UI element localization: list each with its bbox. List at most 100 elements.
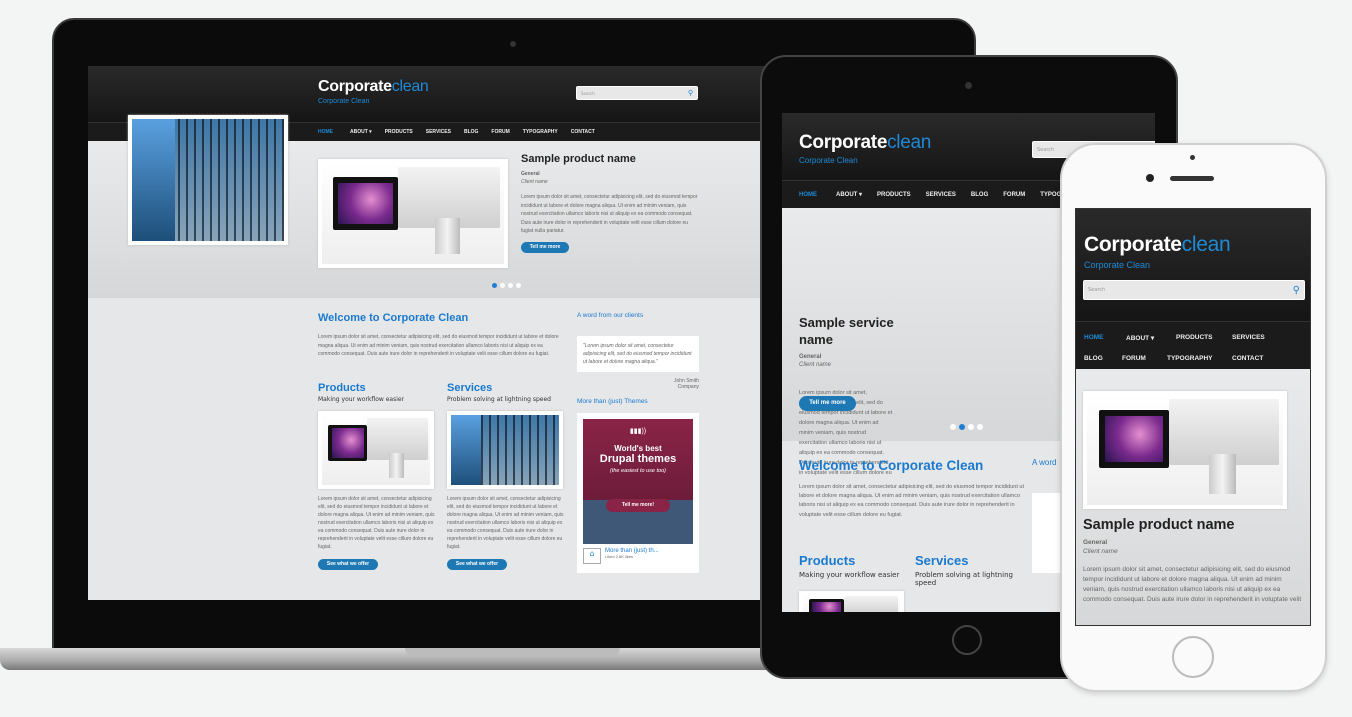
hero-title: Sample product name [1083,517,1235,533]
nav-typography[interactable]: TYPOGRAPHY [523,129,558,135]
phone-camera [1146,174,1154,182]
services-image [447,411,563,489]
sidebar: A word from our clients "Lorem ipsum dol… [577,312,699,573]
nav-services[interactable]: SERVICES [1232,334,1292,341]
nav-home[interactable]: HOME [318,129,333,135]
phone-screen: Corporateclean Corporate Clean Search ⚲ H… [1075,208,1311,626]
slider-dots[interactable] [492,283,521,288]
phone-header: Corporateclean Corporate Clean Search ⚲ [1076,209,1310,321]
client-quote: "Lorem ipsum dolor sit amet, consectetur… [577,336,699,372]
hero-description: Lorem ipsum dolor sit amet, consectetur … [521,194,698,234]
nav-forum[interactable]: FORUM [1003,192,1025,198]
welcome-title: Welcome to Corporate Clean [318,312,469,324]
hero-description: Lorem ipsum dolor sit amet, consectetur … [1083,566,1302,603]
search-input[interactable]: Search ⚲ [576,86,698,100]
products-column: Products Making your workflow easier Lor… [318,382,438,570]
products-offer-button[interactable]: See what we offer [318,559,378,570]
nav-typography[interactable]: TYPOG [1040,192,1061,198]
promo-line3: (the easiest to use too) [610,468,666,474]
products-image [799,591,904,612]
welcome-text: Lorem ipsum dolor sit amet, consectetur … [318,334,559,357]
slider-dots[interactable] [950,424,983,430]
nav-products[interactable]: PRODUCTS [385,129,413,135]
site-logo[interactable]: Corporateclean [318,78,429,96]
site-slogan: Corporate Clean [318,98,370,105]
phone-home-button[interactable] [1172,636,1214,678]
search-placeholder: Search [581,90,595,96]
phone-logo[interactable]: Corporateclean [1084,233,1231,257]
nav-services[interactable]: SERVICES [426,129,451,135]
clients-title: A word from our clients [577,312,644,319]
services-title: Services [447,382,493,394]
phone-slogan: Corporate Clean [1084,260,1151,270]
logo-main: Corporate [1084,233,1182,256]
services-subtitle: Problem solving at lightning speed [447,396,551,403]
hero-button[interactable]: Tell me more [521,241,569,253]
products-subtitle: Making your workflow easier [318,396,405,403]
products-text: Lorem ipsum dolor sit amet, consectetur … [318,496,435,550]
products-image [318,411,434,489]
hero-client: Client name [1083,548,1118,555]
nav-typography[interactable]: TYPOGRAPHY [1167,355,1232,362]
products-subtitle: Making your workflow easier [799,571,900,579]
promo-banner[interactable]: ▮▮▮)) World's best Drupal themes (the ea… [583,419,693,544]
search-placeholder: Search [1088,287,1106,293]
nav-products[interactable]: PRODUCTS [877,192,911,198]
hero-category: General [799,354,822,360]
nav-services[interactable]: SERVICES [926,192,956,198]
nav-contact[interactable]: CONTACT [1232,355,1263,362]
nav-blog[interactable]: BLOG [1084,349,1122,369]
services-column: Services Problem solving at lightning sp… [447,382,567,570]
promo-button[interactable]: Tell me more! [606,499,670,512]
tablet-camera [965,82,972,89]
site-header: Corporateclean Corporate Clean Search ⚲ [88,66,778,122]
phone-search-input[interactable]: Search ⚲ [1083,280,1305,300]
products-title: Products [318,382,366,394]
search-icon[interactable]: ⚲ [1293,285,1300,296]
hero-button[interactable]: Tell me more [799,396,856,411]
nav-about[interactable]: ABOUT ▾ [1126,334,1176,342]
hero-client: Client name [521,179,548,185]
laptop-notch [405,648,620,656]
nav-forum[interactable]: FORUM [1122,355,1167,362]
themes-title: More than (just) Themes [577,398,648,405]
services-title: Services [915,553,969,568]
nav-about[interactable]: ABOUT ▾ [350,129,372,135]
hero-title: Sample product name [521,153,636,165]
phone-sensor [1190,155,1195,160]
tablet-services: Services Problem solving at lightning sp… [915,553,1025,587]
facebook-widget: ⌂ More than (just) th... Liked 2.6K like… [583,548,693,564]
welcome-text: Lorem ipsum dolor sit amet, consectetur … [799,484,1025,518]
fb-like-count: 2.6K likes [615,554,634,559]
services-subtitle: Problem solving at lightning speed [915,571,1013,587]
services-offer-button[interactable]: See what we offer [447,559,507,570]
products-title: Products [799,553,856,568]
fb-like-button[interactable]: Liked [605,554,615,559]
hero-title: Sample service name [799,315,894,347]
nav-home[interactable]: HOME [1084,327,1126,349]
tablet-hero-text: Sample service name General Client name [799,314,914,368]
nav-about[interactable]: ABOUT ▾ [836,191,862,198]
nav-contact[interactable]: CONTACT [571,129,595,135]
hero-client: Client name [799,362,832,368]
search-placeholder: Search [1037,146,1055,153]
logo-accent: clean [887,132,932,153]
hero-category: General [521,171,540,177]
nav-forum[interactable]: FORUM [491,129,509,135]
tablet-logo[interactable]: Corporateclean [799,132,931,154]
nav-home[interactable]: HOME [799,192,817,198]
fb-page-icon: ⌂ [583,548,601,564]
tablet-home-button[interactable] [952,625,982,655]
nav-blog[interactable]: BLOG [971,192,988,198]
tablet-products: Products Making your workflow easier [799,553,904,612]
search-icon[interactable]: ⚲ [688,89,693,97]
nav-products[interactable]: PRODUCTS [1176,334,1232,341]
logo-accent: clean [1181,233,1231,256]
phone-nav: HOME ABOUT ▾ PRODUCTS SERVICES BLOG FORU… [1076,321,1310,369]
nav-blog[interactable]: BLOG [464,129,478,135]
logo-main: Corporate [799,132,888,153]
hero-category: General [1083,539,1108,546]
tablet-welcome: Welcome to Corporate Clean Lorem ipsum d… [799,458,1029,520]
clients-title: A word [1032,458,1057,467]
phone-speaker [1170,176,1214,181]
